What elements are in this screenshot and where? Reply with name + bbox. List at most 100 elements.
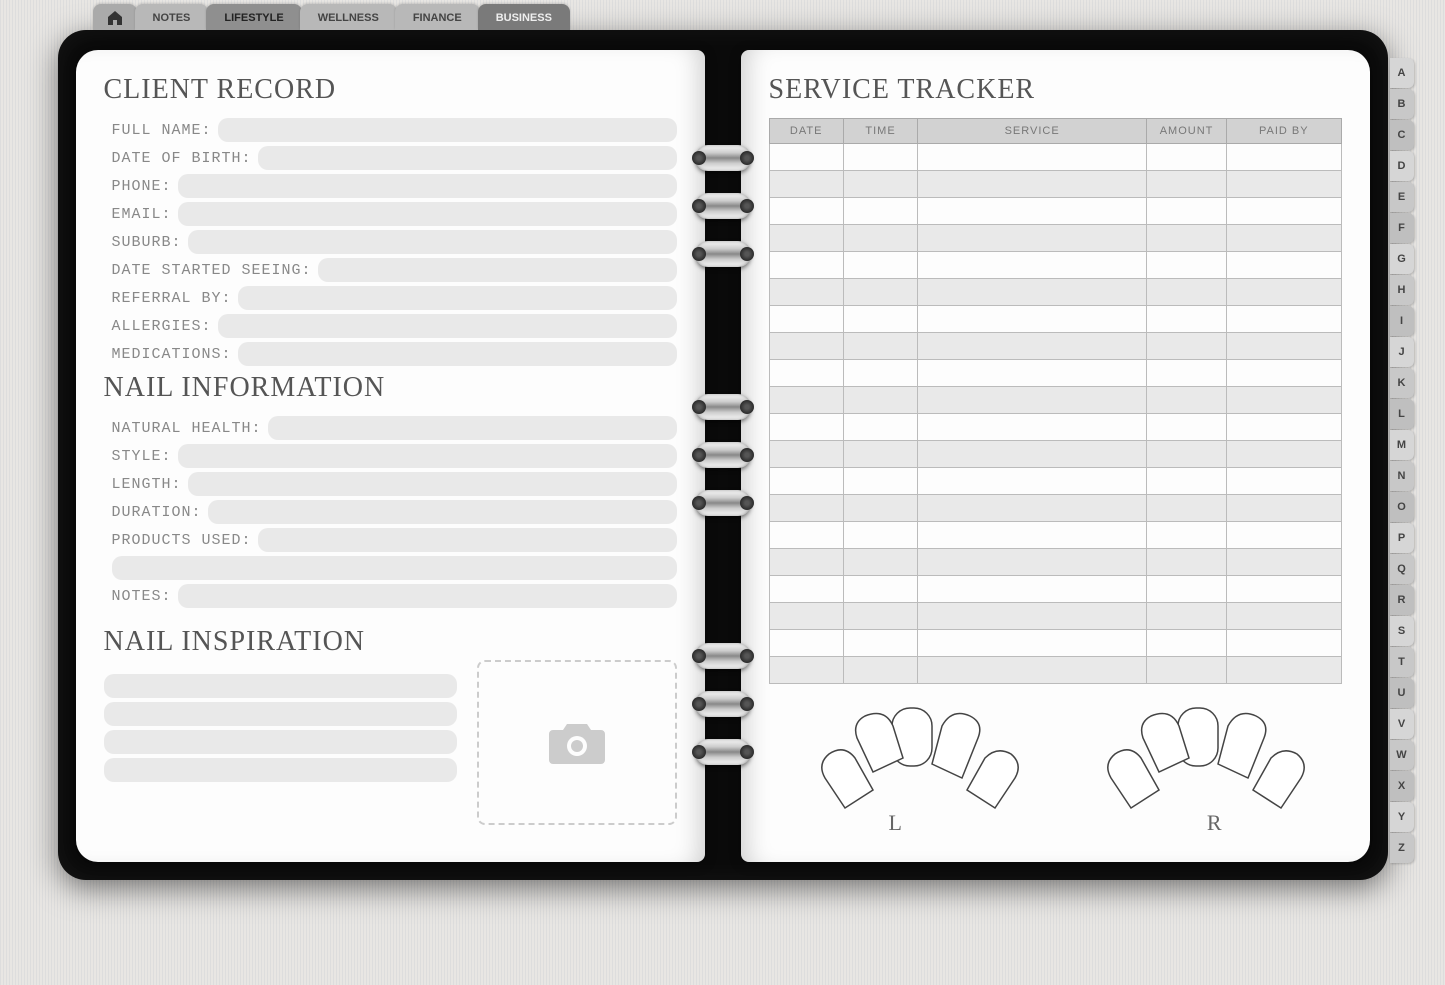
alpha-tab-a[interactable]: A (1390, 58, 1414, 88)
alpha-tab-b[interactable]: B (1390, 89, 1414, 119)
tracker-cell[interactable] (769, 630, 843, 657)
alpha-tab-l[interactable]: L (1390, 399, 1414, 429)
tracker-cell[interactable] (843, 252, 917, 279)
tracker-cell[interactable] (843, 414, 917, 441)
tracker-cell[interactable] (769, 333, 843, 360)
tracker-cell[interactable] (1227, 522, 1341, 549)
alpha-tab-i[interactable]: I (1390, 306, 1414, 336)
tracker-cell[interactable] (769, 549, 843, 576)
tracker-cell[interactable] (769, 603, 843, 630)
tracker-cell[interactable] (1147, 657, 1227, 684)
client-field-5[interactable] (318, 258, 677, 282)
tracker-cell[interactable] (1147, 279, 1227, 306)
tab-wellness[interactable]: WELLNESS (300, 4, 397, 30)
alpha-tab-m[interactable]: M (1390, 430, 1414, 460)
tracker-cell[interactable] (769, 414, 843, 441)
tracker-cell[interactable] (918, 657, 1147, 684)
alpha-tab-s[interactable]: S (1390, 616, 1414, 646)
tracker-cell[interactable] (1227, 468, 1341, 495)
tracker-cell[interactable] (843, 441, 917, 468)
tracker-cell[interactable] (769, 171, 843, 198)
tracker-cell[interactable] (769, 576, 843, 603)
tracker-cell[interactable] (1227, 576, 1341, 603)
tracker-cell[interactable] (1227, 198, 1341, 225)
client-field-7[interactable] (218, 314, 677, 338)
tracker-cell[interactable] (769, 657, 843, 684)
tracker-cell[interactable] (843, 306, 917, 333)
tracker-cell[interactable] (1227, 414, 1341, 441)
alpha-tab-f[interactable]: F (1390, 213, 1414, 243)
tracker-cell[interactable] (843, 198, 917, 225)
tracker-cell[interactable] (1147, 225, 1227, 252)
client-field-1[interactable] (258, 146, 677, 170)
inspiration-input-3[interactable] (104, 730, 457, 754)
alpha-tab-c[interactable]: C (1390, 120, 1414, 150)
alpha-tab-r[interactable]: R (1390, 585, 1414, 615)
nail-field-1[interactable] (178, 444, 677, 468)
alpha-tab-d[interactable]: D (1390, 151, 1414, 181)
tracker-cell[interactable] (918, 252, 1147, 279)
tracker-cell[interactable] (918, 495, 1147, 522)
alpha-tab-p[interactable]: P (1390, 523, 1414, 553)
tracker-cell[interactable] (1147, 252, 1227, 279)
inspiration-input-2[interactable] (104, 702, 457, 726)
tracker-cell[interactable] (769, 225, 843, 252)
tracker-cell[interactable] (843, 630, 917, 657)
tracker-cell[interactable] (843, 657, 917, 684)
client-field-0[interactable] (218, 118, 677, 142)
tracker-cell[interactable] (1227, 387, 1341, 414)
tracker-cell[interactable] (769, 279, 843, 306)
client-field-8[interactable] (238, 342, 677, 366)
tracker-cell[interactable] (918, 306, 1147, 333)
tracker-cell[interactable] (918, 630, 1147, 657)
tracker-cell[interactable] (918, 468, 1147, 495)
alpha-tab-q[interactable]: Q (1390, 554, 1414, 584)
tracker-cell[interactable] (1147, 144, 1227, 171)
tracker-cell[interactable] (1227, 306, 1341, 333)
tracker-cell[interactable] (1227, 603, 1341, 630)
tab-business[interactable]: BUSINESS (478, 4, 570, 30)
tracker-cell[interactable] (769, 468, 843, 495)
tracker-cell[interactable] (769, 144, 843, 171)
notes-input[interactable] (178, 584, 677, 608)
inspiration-input-1[interactable] (104, 674, 457, 698)
tracker-cell[interactable] (1227, 279, 1341, 306)
alpha-tab-h[interactable]: H (1390, 275, 1414, 305)
photo-placeholder[interactable] (477, 660, 677, 825)
alpha-tab-u[interactable]: U (1390, 678, 1414, 708)
alpha-tab-o[interactable]: O (1390, 492, 1414, 522)
nail-field-0[interactable] (268, 416, 677, 440)
tracker-cell[interactable] (918, 414, 1147, 441)
client-field-3[interactable] (178, 202, 677, 226)
tracker-cell[interactable] (918, 279, 1147, 306)
tracker-cell[interactable] (1147, 387, 1227, 414)
tracker-cell[interactable] (918, 549, 1147, 576)
tracker-cell[interactable] (843, 225, 917, 252)
tracker-cell[interactable] (1147, 360, 1227, 387)
alpha-tab-k[interactable]: K (1390, 368, 1414, 398)
tracker-cell[interactable] (918, 387, 1147, 414)
nail-field-3[interactable] (208, 500, 677, 524)
tracker-cell[interactable] (769, 306, 843, 333)
alpha-tab-w[interactable]: W (1390, 740, 1414, 770)
tracker-cell[interactable] (918, 441, 1147, 468)
tracker-cell[interactable] (1227, 252, 1341, 279)
tracker-cell[interactable] (1227, 657, 1341, 684)
tracker-cell[interactable] (1147, 414, 1227, 441)
tracker-cell[interactable] (843, 333, 917, 360)
tracker-cell[interactable] (918, 333, 1147, 360)
tracker-cell[interactable] (1147, 441, 1227, 468)
tracker-cell[interactable] (1147, 549, 1227, 576)
tracker-cell[interactable] (1227, 171, 1341, 198)
tracker-cell[interactable] (1227, 225, 1341, 252)
tracker-cell[interactable] (918, 576, 1147, 603)
tab-notes[interactable]: NOTES (135, 4, 209, 30)
tracker-cell[interactable] (1227, 495, 1341, 522)
tracker-cell[interactable] (1227, 441, 1341, 468)
tracker-cell[interactable] (769, 198, 843, 225)
tracker-cell[interactable] (918, 522, 1147, 549)
tracker-cell[interactable] (918, 171, 1147, 198)
tracker-cell[interactable] (769, 252, 843, 279)
products-used-extra-input[interactable] (112, 556, 677, 580)
tracker-cell[interactable] (1227, 360, 1341, 387)
